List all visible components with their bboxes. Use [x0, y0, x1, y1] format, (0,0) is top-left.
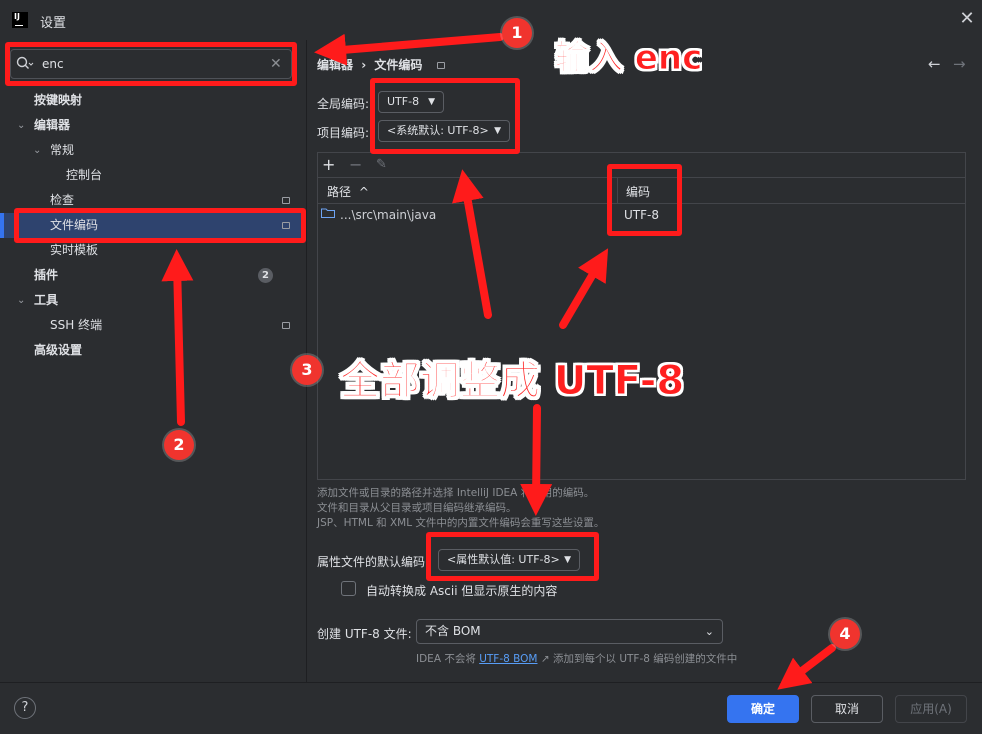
bom-hint-suffix: 添加到每个以 UTF-8 编码创建的文件中	[552, 653, 738, 665]
folder-icon	[321, 208, 335, 218]
column-header-path[interactable]: 路径 ^	[327, 183, 369, 200]
properties-encoding-label: 属性文件的默认编码	[317, 555, 426, 569]
sidebar-item-tools[interactable]: 工具	[34, 288, 58, 313]
project-scope-icon	[436, 62, 445, 69]
breadcrumb: 编辑器 › 文件编码	[317, 56, 445, 73]
bom-label: 创建 UTF-8 文件:	[317, 627, 412, 641]
external-link-icon: ↗	[540, 653, 550, 665]
step-3-marker: 3	[292, 355, 322, 385]
step-1-marker: 1	[502, 18, 532, 48]
hint-line-1: 添加文件或目录的路径并选择 IntelliJ IDEA 将使用的编码。	[317, 487, 595, 499]
bom-value: 不含 BOM	[425, 624, 481, 638]
sidebar-item-plugins[interactable]: 插件	[34, 263, 58, 288]
hint-line-3: JSP、HTML 和 XML 文件中的内置文件编码会重写这些设置。	[317, 517, 605, 529]
close-icon[interactable]: ✕	[958, 10, 976, 28]
sidebar-item-ssh-terminal[interactable]: SSH 终端	[50, 313, 102, 338]
forward-arrow-icon: →	[953, 55, 966, 73]
annotation-box-properties	[426, 532, 599, 581]
annotation-box-encodings	[370, 78, 520, 154]
chevron-down-icon[interactable]: ⌄	[17, 120, 25, 131]
sidebar-item-console[interactable]: 控制台	[66, 163, 102, 188]
help-button[interactable]: ?	[14, 697, 36, 719]
bom-help-link[interactable]: UTF-8 BOM	[479, 653, 537, 665]
add-icon[interactable]: +	[322, 155, 335, 175]
step-1-caption: 输入 enc	[554, 38, 703, 79]
annotation-box-file-encodings	[14, 208, 306, 243]
ok-button[interactable]: 确定	[727, 695, 799, 723]
breadcrumb-current: 文件编码	[374, 58, 423, 72]
remove-icon: −	[349, 155, 363, 174]
step-4-marker: 4	[830, 619, 860, 649]
hint-line-2: 文件和目录从父目录或项目编码继承编码。	[317, 502, 517, 514]
sidebar-item-editor[interactable]: 编辑器	[34, 113, 70, 138]
bom-hint: IDEA 不会将 UTF-8 BOM ↗ 添加到每个以 UTF-8 编码创建的文…	[416, 652, 737, 667]
title-bar	[0, 0, 982, 40]
window-title: 设置	[40, 16, 67, 31]
project-scope-icon	[282, 322, 290, 329]
chevron-down-icon[interactable]: ⌄	[33, 145, 41, 156]
chevron-down-icon[interactable]: ⌄	[17, 295, 25, 306]
table-row-path[interactable]: ...\src\main\java	[340, 208, 436, 222]
apply-button: 应用(A)	[895, 695, 967, 723]
step-3-caption: 全部调整成 UTF-8	[339, 358, 685, 405]
transparent-ascii-label[interactable]: 自动转换成 Ascii 但显示原生的内容	[366, 582, 557, 599]
project-encoding-label: 项目编码:	[317, 126, 370, 140]
sidebar-item-advanced[interactable]: 高级设置	[34, 338, 82, 363]
cancel-button[interactable]: 取消	[811, 695, 883, 723]
project-scope-icon	[282, 197, 290, 204]
breadcrumb-parent[interactable]: 编辑器	[317, 58, 353, 72]
step-2-marker: 2	[164, 430, 194, 460]
transparent-ascii-checkbox[interactable]	[341, 581, 356, 596]
annotation-box-row-encoding	[607, 164, 682, 236]
global-encoding-label: 全局编码:	[317, 97, 370, 111]
arrow-to-ok	[777, 644, 836, 690]
edit-pencil-icon: ✎	[376, 157, 387, 172]
bom-hint-prefix: IDEA 不会将	[416, 653, 476, 665]
plugins-count-badge: 2	[258, 268, 273, 283]
chevron-down-icon: ⌄	[704, 625, 714, 638]
app-icon: IJ	[12, 12, 28, 28]
footer-divider	[0, 682, 982, 683]
sidebar-item-keymap[interactable]: 按键映射	[34, 88, 82, 113]
sidebar-item-general[interactable]: 常规	[50, 138, 74, 163]
selection-marker	[0, 213, 4, 238]
bom-select[interactable]: 不含 BOM ⌄	[416, 619, 723, 644]
sort-ascending-icon: ^	[358, 185, 369, 199]
column-path-label: 路径	[327, 185, 352, 199]
annotation-box-search	[5, 42, 297, 86]
breadcrumb-separator: ›	[361, 58, 367, 72]
back-arrow-icon[interactable]: ←	[928, 55, 941, 73]
